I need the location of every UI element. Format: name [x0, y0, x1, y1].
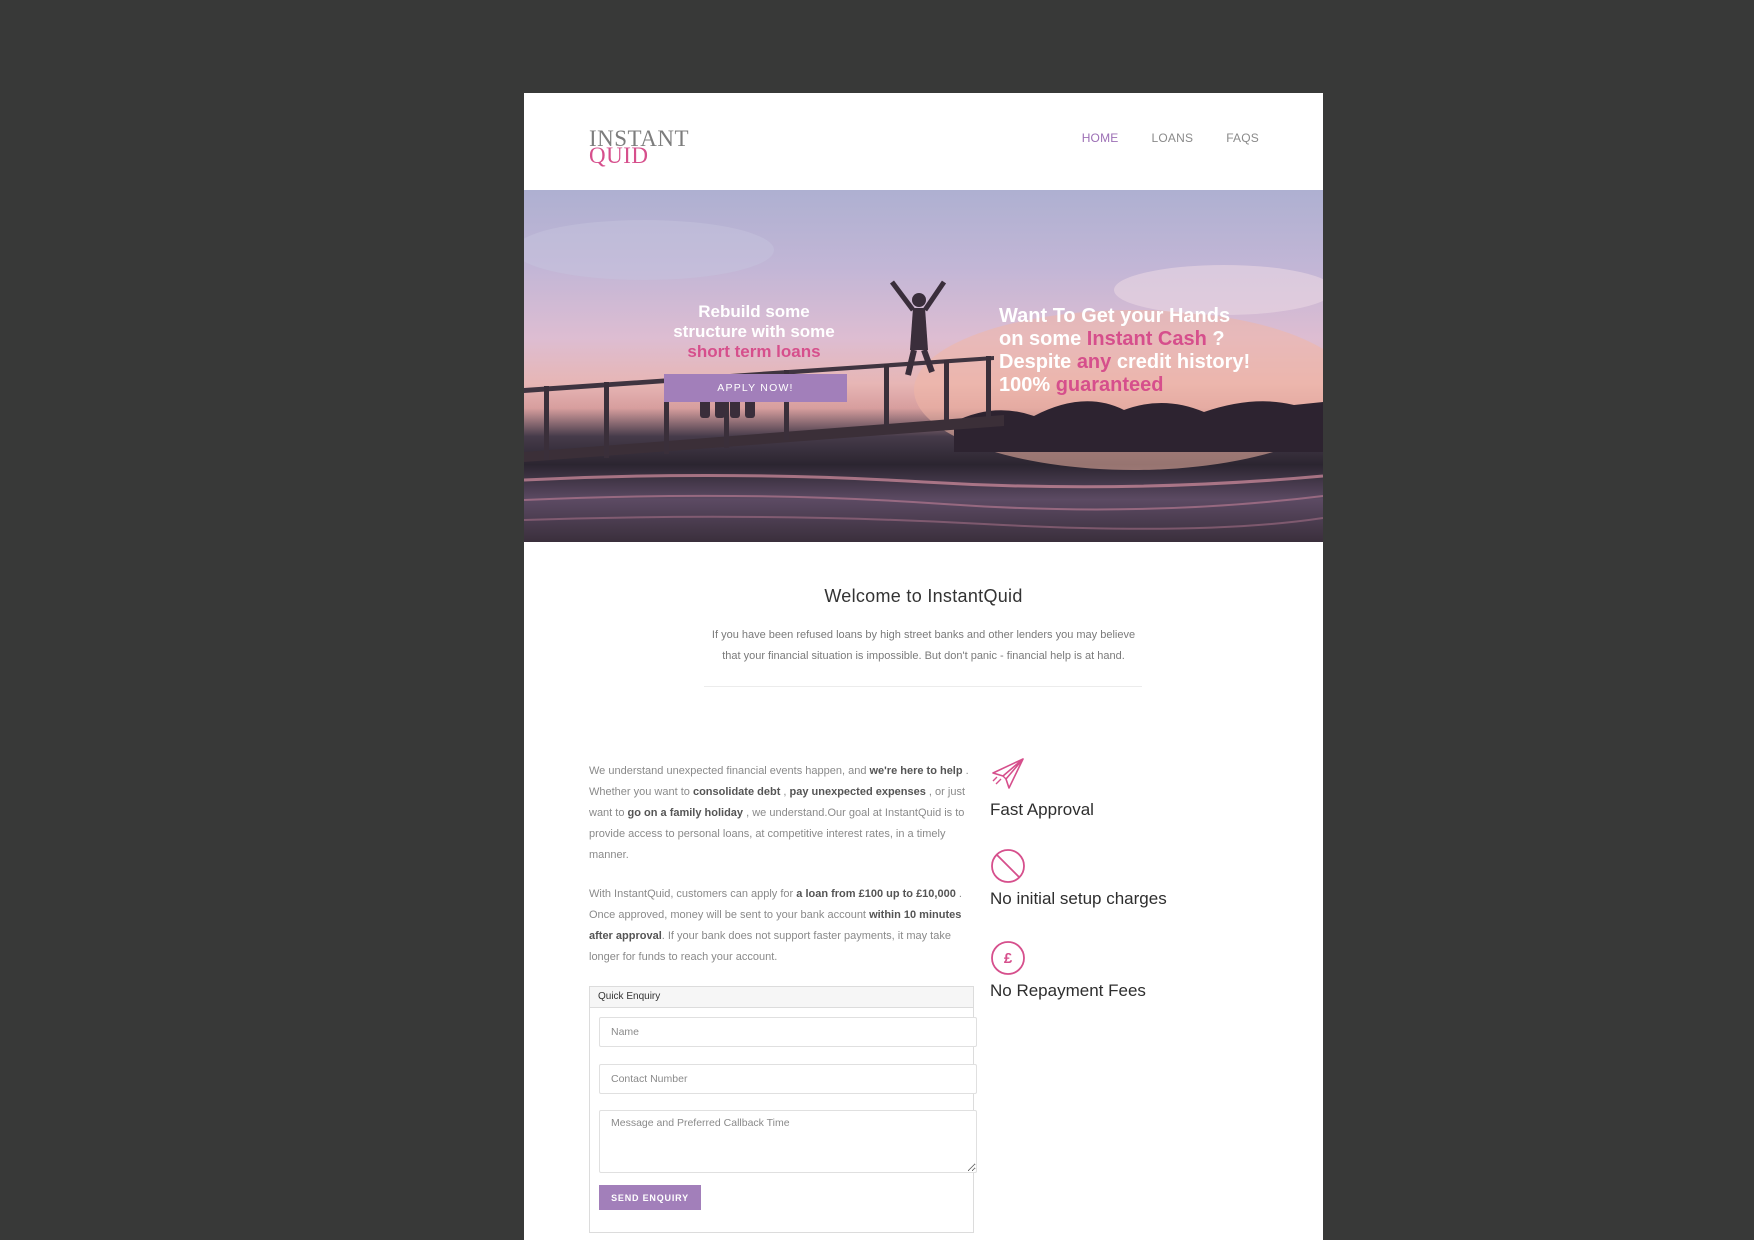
apply-now-button[interactable]: APPLY NOW! [664, 374, 847, 402]
logo[interactable]: INSTANT QUID [589, 127, 689, 167]
hero-right-instant-cash: Instant Cash [1086, 328, 1207, 350]
page: INSTANT QUID HOME LOANS FAQS Rebuild som… [524, 93, 1323, 1240]
p2-text-a: With InstantQuid, customers can apply fo… [589, 888, 797, 900]
section-divider [704, 686, 1142, 687]
feature-title: No initial setup charges [990, 889, 1167, 908]
nav-loans[interactable]: LOANS [1152, 131, 1194, 145]
pound-glyph: £ [1004, 950, 1013, 967]
site-header: INSTANT QUID HOME LOANS FAQS [524, 93, 1323, 190]
hero-right-block: Want To Get your Hands on some Instant C… [999, 305, 1299, 397]
hero-right-100: 100% [999, 374, 1056, 396]
p2-bold-amount: a loan from £100 up to £10,000 [796, 888, 956, 900]
welcome-text-line2: that your financial situation is impossi… [722, 650, 1125, 662]
contact-number-input[interactable] [599, 1064, 977, 1094]
feature-no-setup-charges: No initial setup charges [990, 848, 1167, 909]
feature-fast-approval: Fast Approval [990, 757, 1094, 820]
intro-paragraph-2: With InstantQuid, customers can apply fo… [589, 884, 969, 968]
hero-right-any: any [1076, 351, 1112, 373]
p1-bold-holiday: go on a family holiday [627, 807, 744, 819]
feature-title: Fast Approval [990, 800, 1094, 819]
p1-bold-help: we're here to help [869, 765, 963, 777]
intro-paragraph-1: We understand unexpected financial event… [589, 761, 969, 866]
hero-right-question: ? [1206, 328, 1225, 350]
pound-icon: £ [991, 941, 1025, 975]
nav-home[interactable]: HOME [1082, 131, 1119, 145]
paper-plane-icon [992, 758, 1024, 789]
hero-right-on-some: on some [999, 328, 1087, 350]
hero-right-despite: Despite [999, 351, 1077, 373]
p1-text-a: We understand unexpected financial event… [589, 765, 870, 777]
feature-title: No Repayment Fees [990, 981, 1146, 1000]
hero-right-line3: Despite any credit history! [999, 351, 1299, 374]
hero-right-line1: Want To Get your Hands [999, 305, 1231, 327]
prohibited-icon [991, 849, 1025, 883]
hero-banner: Rebuild some structure with some short t… [524, 190, 1323, 542]
message-textarea[interactable] [599, 1110, 977, 1173]
send-enquiry-button[interactable]: SEND ENQUIRY [599, 1185, 701, 1210]
welcome-section: Welcome to InstantQuid If you have been … [524, 586, 1323, 667]
welcome-text-line1: If you have been refused loans by high s… [711, 629, 1136, 641]
hero-right-line2: on some Instant Cash ? [999, 328, 1299, 351]
nav-faqs[interactable]: FAQS [1226, 131, 1259, 145]
welcome-text: If you have been refused loans by high s… [704, 625, 1144, 667]
feature-no-repayment-fees: £ No Repayment Fees [990, 940, 1146, 1001]
hero-right-guaranteed: guaranteed [1055, 374, 1164, 396]
intro-copy: We understand unexpected financial event… [589, 761, 969, 986]
hero-right-line4: 100% guaranteed [999, 374, 1299, 397]
main-nav: HOME LOANS FAQS [1082, 131, 1259, 145]
welcome-title: Welcome to InstantQuid [824, 586, 1023, 606]
p1-text-e: , [780, 786, 790, 798]
hero-left-line3: short term loans [687, 342, 821, 361]
hero-left-line1: Rebuild some [698, 302, 810, 321]
p1-bold-debt: consolidate debt [692, 786, 781, 798]
hero-left-line2: structure with some [673, 322, 835, 341]
enquiry-heading: Quick Enquiry [590, 987, 973, 1008]
p1-bold-expenses: pay unexpected expenses [789, 786, 926, 798]
quick-enquiry-form: Quick Enquiry SEND ENQUIRY [589, 986, 977, 1233]
hero-right-credit-history: credit history! [1111, 351, 1251, 373]
hero-left-block: Rebuild some structure with some short t… [664, 302, 847, 402]
hero-left-line3-wrap: short term loans [664, 342, 844, 362]
name-input[interactable] [599, 1017, 977, 1047]
